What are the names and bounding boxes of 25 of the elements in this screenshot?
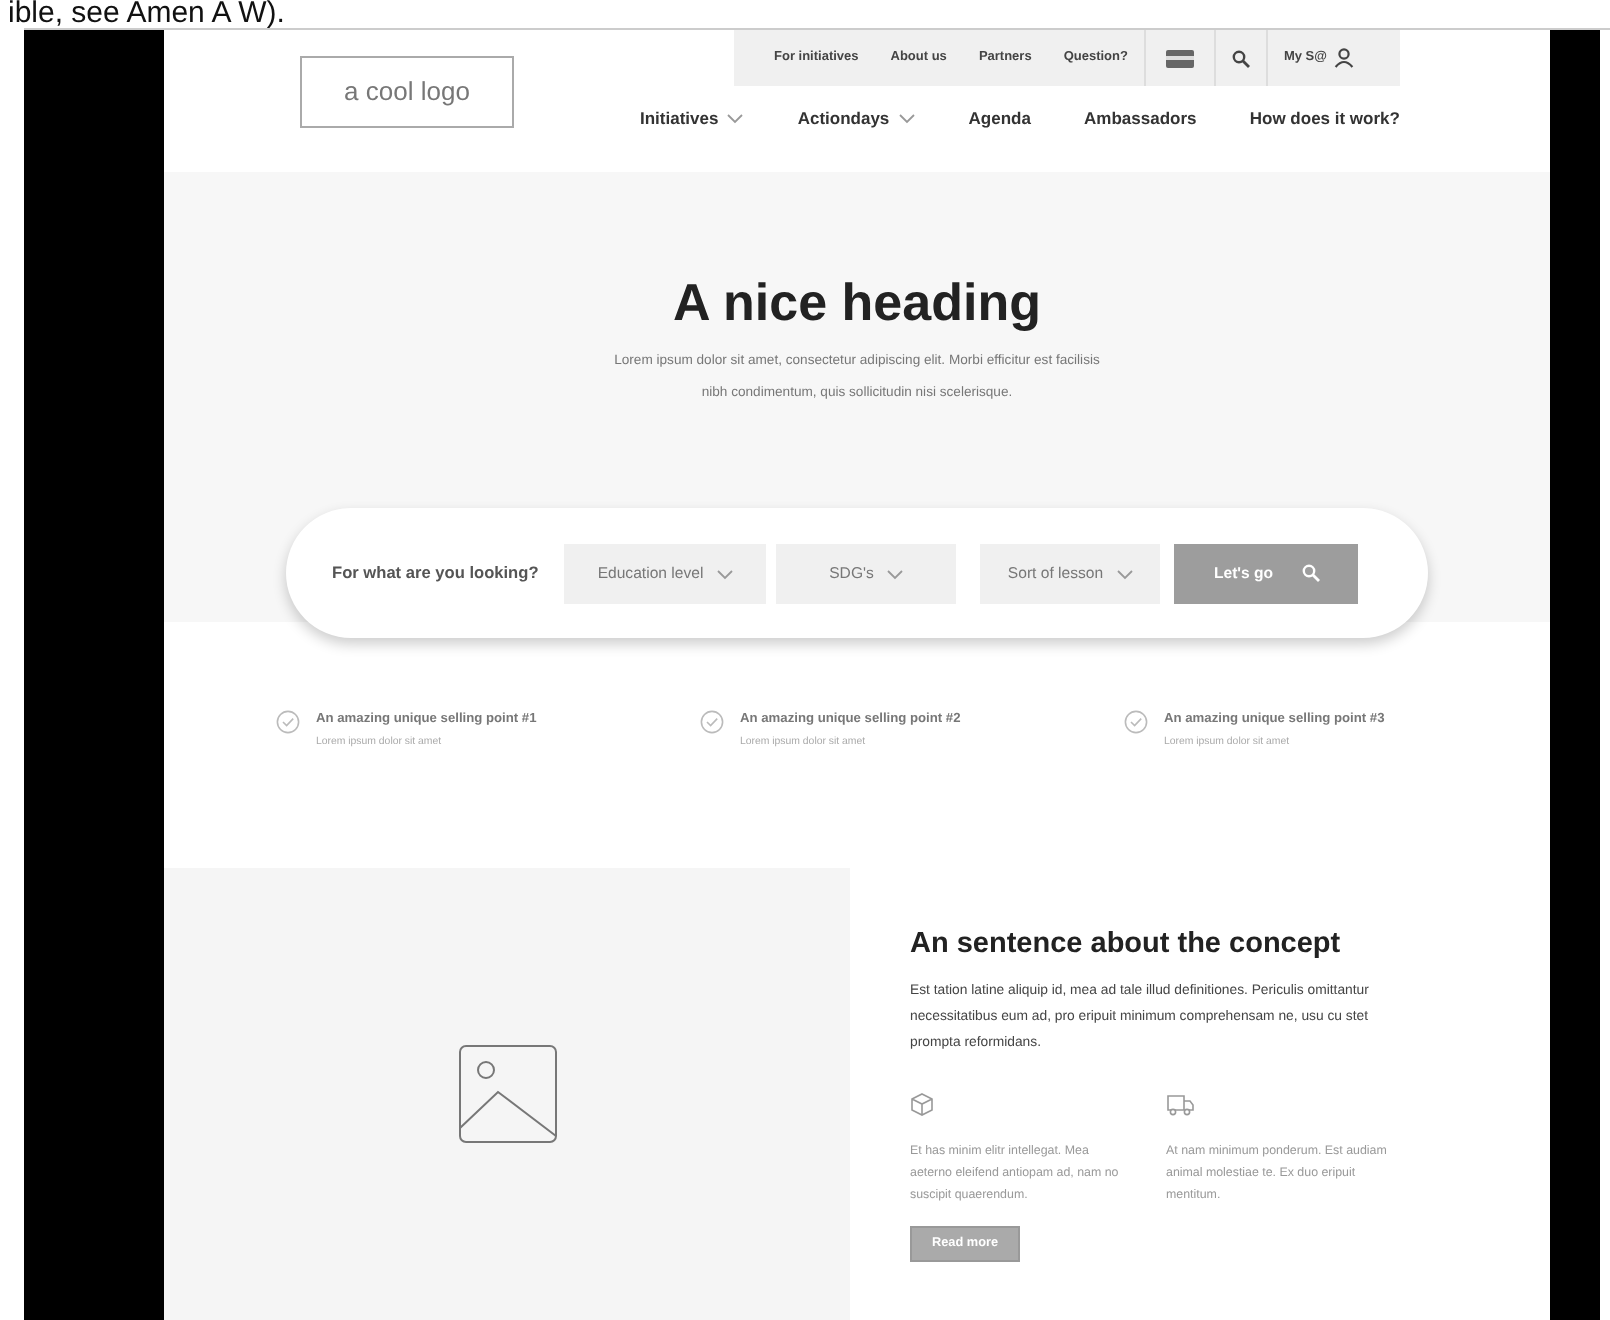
logo[interactable]: a cool logo: [300, 56, 514, 128]
chevron-down-icon: [897, 112, 916, 125]
nav-link[interactable]: Actiondays: [797, 106, 916, 132]
chevron-down-icon: [1115, 567, 1134, 580]
nav-link[interactable]: Initiatives: [640, 106, 745, 132]
search-icon: [1301, 564, 1320, 583]
nav-link[interactable]: Agenda: [968, 106, 1031, 132]
nav-link[interactable]: Ambassadors: [1084, 106, 1197, 132]
cube-icon: [910, 1092, 934, 1117]
user-icon[interactable]: [1334, 48, 1355, 68]
nav-link[interactable]: How does it work?: [1249, 106, 1400, 132]
check-circle-icon: [276, 710, 300, 735]
card-icon[interactable]: [1165, 49, 1194, 67]
search-label: For what are you looking?: [332, 560, 539, 586]
check-circle-icon: [1124, 710, 1148, 735]
chevron-down-icon: [715, 567, 734, 580]
chevron-down-icon: [885, 567, 904, 580]
caption-text: ible, see Amen A W).: [6, 0, 287, 28]
image-icon: [457, 1043, 557, 1144]
search-icon[interactable]: [1231, 49, 1250, 67]
truck-icon: [1166, 1092, 1196, 1117]
concept-heading: An sentence about the concept: [910, 927, 1343, 963]
chevron-down-icon: [726, 112, 745, 125]
hero-heading: A nice heading: [673, 272, 1041, 335]
check-circle-icon: [700, 710, 724, 735]
